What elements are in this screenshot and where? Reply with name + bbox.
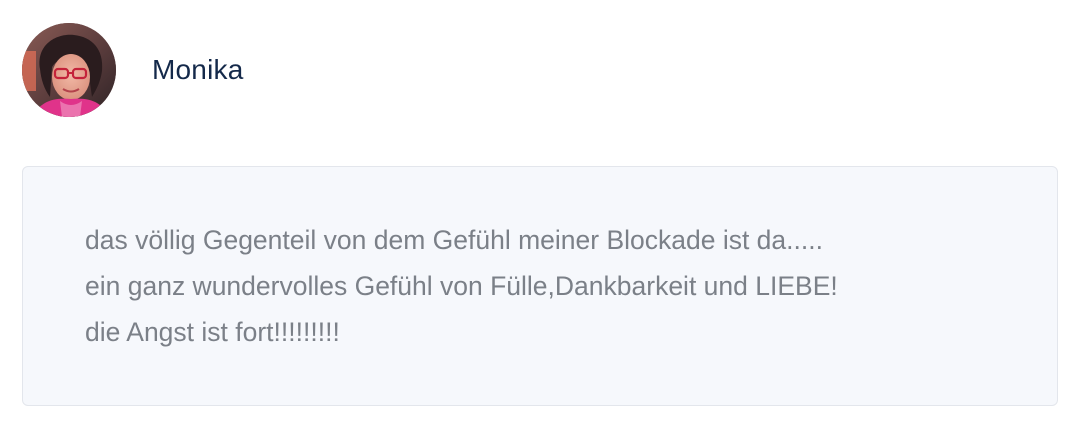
comment-text-line: ein ganz wundervolles Gefühl von Fülle,D…: [85, 271, 838, 301]
avatar: [22, 23, 116, 117]
comment-text-line: die Angst ist fort!!!!!!!!!: [85, 317, 340, 347]
author-name[interactable]: Monika: [152, 54, 243, 86]
comment-card: Monika das völlig Gegenteil von dem Gefü…: [0, 0, 1077, 422]
comment-text-line: das völlig Gegenteil von dem Gefühl mein…: [85, 225, 823, 255]
user-photo-icon: [22, 23, 116, 117]
comment-author: Monika: [22, 22, 243, 118]
comment-body: das völlig Gegenteil von dem Gefühl mein…: [22, 166, 1058, 406]
